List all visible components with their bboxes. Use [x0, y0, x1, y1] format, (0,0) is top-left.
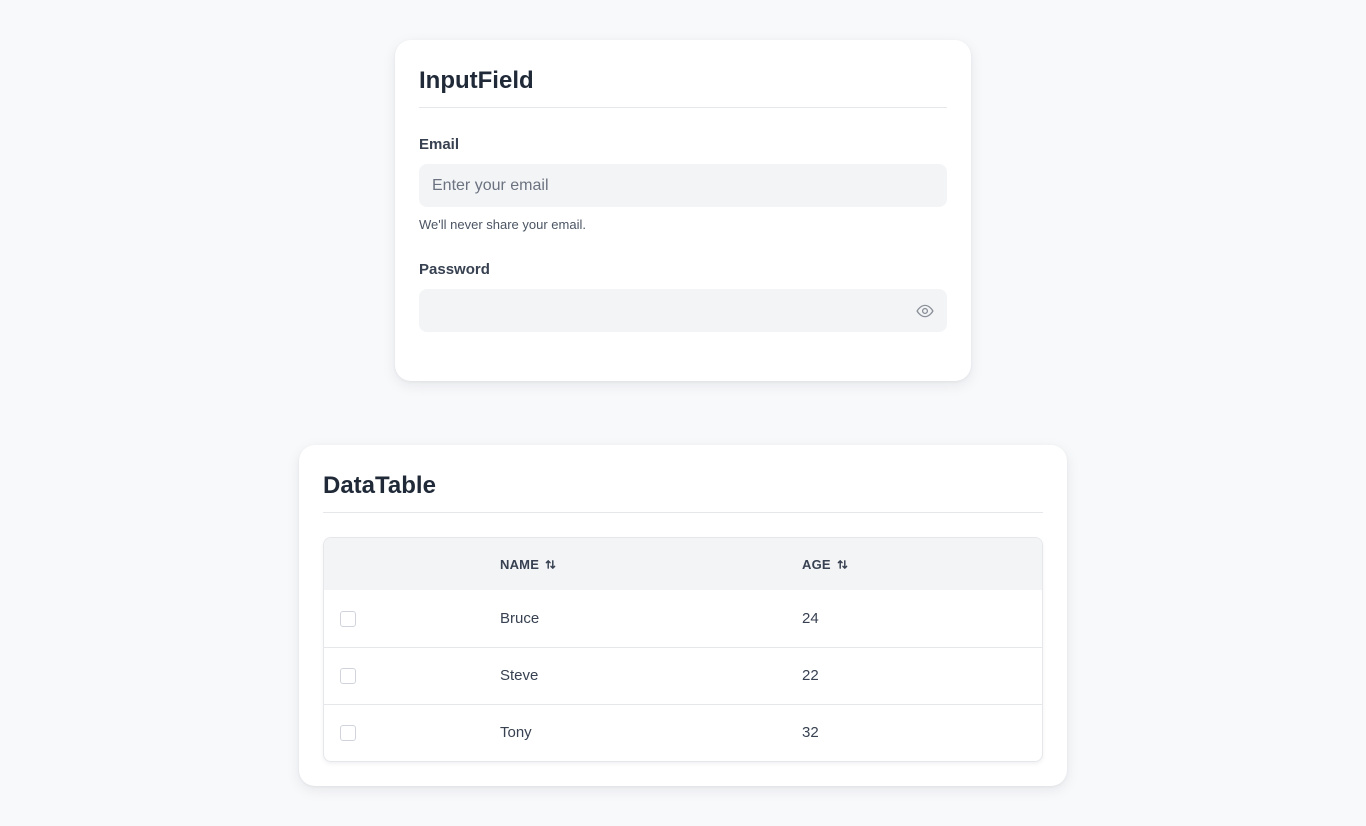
toggle-password-visibility-button[interactable] [915, 301, 935, 321]
email-label: Email [419, 136, 460, 153]
row-select-cell [324, 704, 500, 761]
column-header-age[interactable]: AGE [802, 538, 1042, 590]
row-checkbox[interactable] [340, 610, 356, 627]
column-header-name[interactable]: NAME [500, 538, 802, 590]
table-row: Steve 22 [324, 647, 1042, 704]
password-field-wrapper [419, 289, 947, 332]
column-header-name-label: NAME [500, 556, 540, 572]
data-table: NAME AGE Bruce 24 Steve 22 Tony 32 [323, 537, 1043, 762]
table-header-row: NAME AGE [324, 538, 1042, 590]
row-checkbox[interactable] [340, 725, 356, 742]
data-table-card-title: DataTable [323, 469, 1043, 513]
row-select-cell [324, 590, 500, 647]
password-field[interactable] [419, 289, 947, 332]
table-row: Tony 32 [324, 704, 1042, 761]
name-cell: Steve [500, 667, 539, 684]
column-header-age-label: AGE [802, 556, 831, 572]
password-label: Password [419, 261, 490, 278]
email-field-wrapper [419, 164, 947, 207]
email-field[interactable] [419, 164, 947, 207]
table-row: Bruce 24 [324, 590, 1042, 647]
input-field-card-title: InputField [419, 64, 947, 108]
age-cell: 22 [802, 667, 819, 684]
email-helper-text: We'll never share your email. [419, 217, 586, 232]
row-checkbox[interactable] [340, 668, 356, 685]
data-table-card: DataTable NAME AGE Bruce 24 Steve 22 Ton… [299, 445, 1067, 786]
age-cell: 32 [802, 724, 819, 742]
input-field-card: InputField Email We'll never share your … [395, 40, 971, 381]
age-cell: 24 [802, 609, 819, 627]
sort-icon[interactable] [545, 559, 556, 570]
sort-icon[interactable] [837, 559, 848, 570]
name-cell: Bruce [500, 609, 540, 627]
eye-icon [916, 304, 934, 318]
name-cell: Tony [500, 724, 532, 742]
row-select-cell [324, 647, 500, 704]
select-column-header [324, 538, 500, 590]
